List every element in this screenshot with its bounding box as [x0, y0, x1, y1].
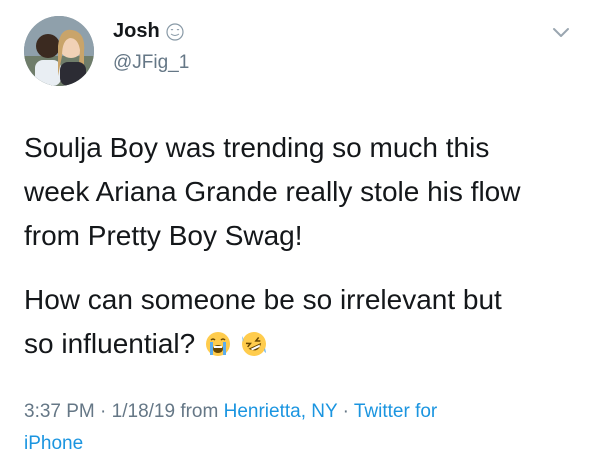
avatar[interactable]: [24, 16, 94, 86]
user-handle[interactable]: @JFig_1: [113, 52, 189, 74]
tweet-line-5: so influential?: [24, 328, 196, 359]
tweet-meta: 3:37 PM · 1/18/19 from Henrietta, NY · T…: [24, 396, 544, 460]
tweet-time[interactable]: 3:37 PM: [24, 401, 95, 422]
meta-separator: ·: [94, 401, 112, 422]
tweet-date[interactable]: 1/18/19 from: [112, 401, 224, 422]
tweet-paragraph-1: Soulja Boy was trending so much this wee…: [24, 126, 574, 258]
display-name[interactable]: Josh: [113, 20, 160, 43]
tweet-line-4: How can someone be so irrelevant but: [24, 284, 502, 315]
tweet-paragraph-2: How can someone be so irrelevant but so …: [24, 278, 574, 366]
chevron-down-icon[interactable]: [551, 22, 571, 42]
tweet-line-2: week Ariana Grande really stole his flow: [24, 176, 521, 207]
crying-face-emoji-icon: [205, 326, 231, 356]
smiling-face-icon: [166, 22, 184, 41]
meta-separator: ·: [337, 401, 354, 422]
source-link[interactable]: Twitter for: [354, 401, 437, 422]
name-row: Josh: [113, 20, 184, 43]
tweet-card: Josh @JFig_1 Soulja Boy was trending so …: [0, 0, 595, 474]
location-link[interactable]: Henrietta, NY: [224, 401, 338, 422]
tweet-line-3: from Pretty Boy Swag!: [24, 220, 303, 251]
tweet-line-1: Soulja Boy was trending so much this: [24, 132, 490, 163]
rofl-emoji-icon: [241, 326, 267, 356]
source-link-cont[interactable]: iPhone: [24, 433, 83, 454]
